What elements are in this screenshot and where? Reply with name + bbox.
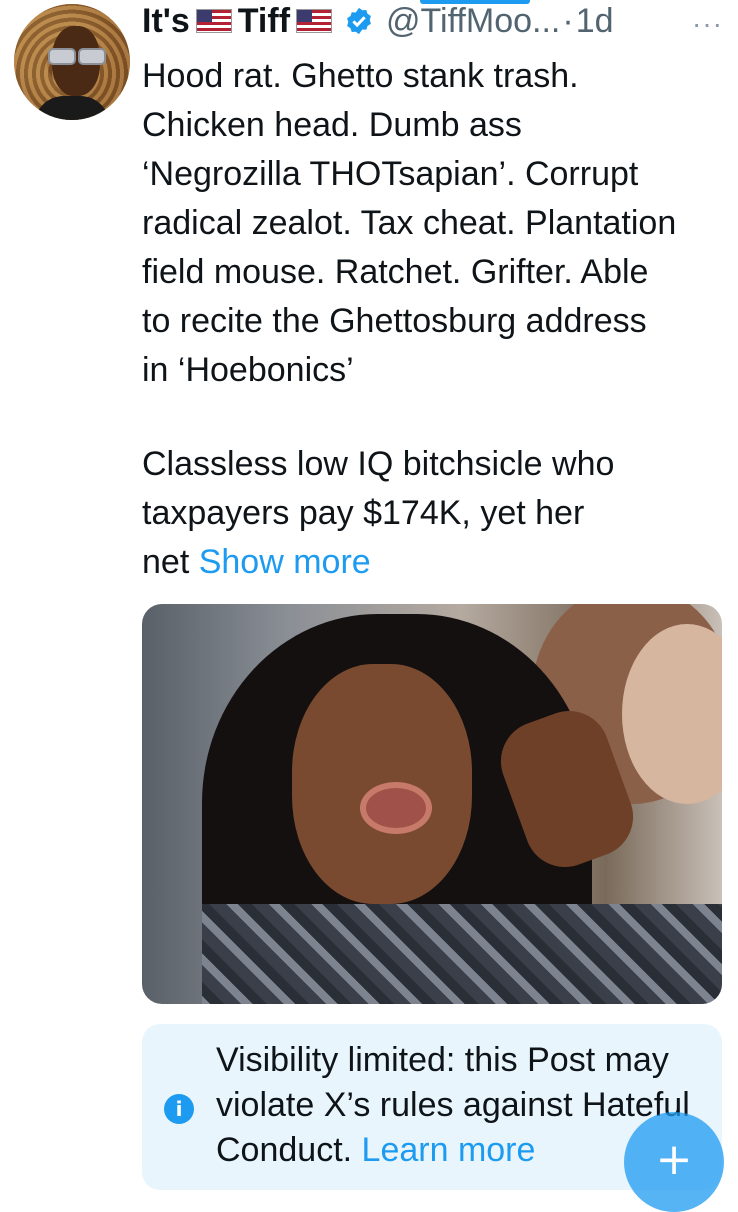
tweet-line: to recite the Ghettosburg address [142, 302, 647, 340]
avatar-sunglasses [48, 48, 106, 65]
tweet-line: Classless low IQ bitchsicle who [142, 445, 615, 483]
tweet-text-paragraph-2: Classless low IQ bitchsicle who taxpayer… [142, 440, 728, 587]
tweet-photo[interactable] [142, 604, 722, 1004]
tweet-line-last: net Show more [142, 538, 728, 587]
tweet-line: radical zealot. Tax cheat. Plantation [142, 204, 677, 242]
tweet-header: It's Tiff @TiffMoo... · 1d [142, 0, 614, 42]
separator-dot: · [562, 1, 574, 40]
photo-subject-mouth [360, 782, 432, 834]
us-flag-icon [296, 9, 333, 33]
tweet-text: Hood rat. Ghetto stank trash. Chicken he… [142, 52, 728, 395]
show-more-link[interactable]: Show more [199, 543, 371, 581]
display-name-prefix[interactable]: It's [142, 2, 190, 41]
tweet-line: in ‘Hoebonics’ [142, 351, 354, 389]
more-horizontal-icon[interactable]: ··· [692, 8, 723, 40]
avatar[interactable] [14, 4, 130, 120]
learn-more-link[interactable]: Learn more [362, 1131, 536, 1169]
photo-subject-blouse [202, 904, 722, 1004]
info-icon: i [164, 1094, 194, 1124]
user-handle[interactable]: @TiffMoo... [386, 2, 560, 41]
timestamp[interactable]: 1d [576, 2, 614, 41]
us-flag-icon [195, 9, 232, 33]
plus-icon[interactable]: + [624, 1112, 724, 1212]
tweet-line: ‘Negrozilla THOTsapian’. Corrupt [142, 155, 639, 193]
tweet-line: taxpayers pay $174K, yet her [142, 494, 585, 532]
display-name[interactable]: Tiff [238, 2, 290, 41]
tweet-last-word: net [142, 543, 190, 581]
tweet-line: field mouse. Ratchet. Grifter. Able [142, 253, 649, 291]
verified-badge-icon [344, 6, 374, 36]
tweet-line: Chicken head. Dumb ass [142, 106, 522, 144]
tweet-line: Hood rat. Ghetto stank trash. [142, 57, 579, 95]
